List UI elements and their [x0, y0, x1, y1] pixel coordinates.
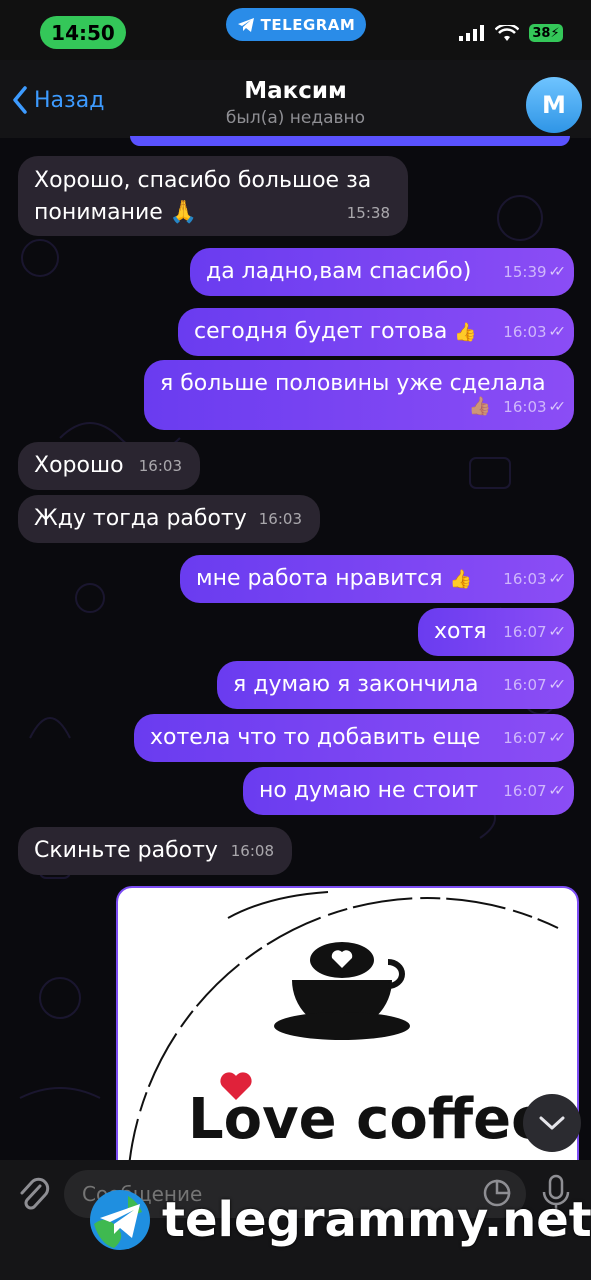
- message-bubble[interactable]: сегодня будет готова 👍 16:03 ✓✓: [178, 308, 574, 356]
- message-time: 15:38: [346, 204, 390, 222]
- message-bubble[interactable]: Скиньте работу 16:08: [18, 827, 292, 875]
- message-text: хотела что то добавить еще: [150, 725, 481, 750]
- message-text: да ладно,вам спасибо): [206, 259, 472, 284]
- message-time: 16:07 ✓✓: [503, 722, 567, 754]
- message-bubble[interactable]: Хорошо 16:03: [18, 442, 200, 490]
- thumbs-up-emoji-icon: 👍: [468, 396, 492, 417]
- read-checkmarks-icon: ✓✓: [548, 571, 567, 587]
- read-checkmarks-icon: ✓✓: [548, 783, 567, 799]
- message-time: 16:03: [258, 510, 302, 528]
- image-message[interactable]: Love coffee: [116, 886, 579, 1190]
- message-bubble[interactable]: Хорошо, спасибо большое за понимание 🙏 1…: [18, 156, 408, 236]
- telegram-badge[interactable]: TELEGRAM: [226, 8, 366, 41]
- message-time: 16:08: [230, 842, 274, 860]
- message-bubble[interactable]: мне работа нравится 👍 16:03 ✓✓: [180, 555, 574, 603]
- message-time: 👍 16:03 ✓✓: [468, 391, 567, 423]
- chat-status: был(а) недавно: [225, 108, 366, 128]
- thumbs-up-emoji-icon: 👍: [449, 569, 472, 590]
- message-text: я думаю я закончила: [233, 672, 479, 697]
- message-time: 16:07 ✓✓: [503, 775, 567, 807]
- battery-level: 38: [532, 25, 551, 41]
- message-time: 16:07 ✓✓: [503, 616, 567, 648]
- thumbs-up-emoji-icon: 👍: [454, 322, 477, 343]
- wifi-icon: [495, 24, 519, 41]
- watermark: telegrammy.net: [88, 1188, 591, 1252]
- telegram-globe-logo-icon: [90, 1190, 150, 1250]
- message-time: 16:07 ✓✓: [503, 669, 567, 701]
- chat-screen: 14:50 TELEGRAM 38 ⚡ Назад Максим был(а) н…: [0, 0, 591, 1280]
- message-line: понимание: [34, 200, 163, 225]
- message-bubble[interactable]: Жду тогда работу 16:03: [18, 495, 320, 543]
- chevron-down-icon: [539, 1116, 565, 1130]
- read-checkmarks-icon: ✓✓: [548, 264, 567, 280]
- status-bar: 14:50 TELEGRAM 38 ⚡: [0, 0, 591, 60]
- telegram-badge-label: TELEGRAM: [260, 15, 356, 34]
- message-text: Жду тогда работу: [34, 506, 247, 531]
- message-bubble[interactable]: я больше половины уже сделала 👍 16:03 ✓✓: [144, 360, 574, 430]
- status-indicators: 38 ⚡: [459, 24, 563, 42]
- scroll-down-button[interactable]: [523, 1094, 581, 1152]
- svg-text:Love coffee: Love coffee: [188, 1087, 549, 1152]
- message-line: Хорошо, спасибо большое за: [34, 168, 372, 193]
- message-text: хотя: [434, 619, 487, 644]
- message-text: Скиньте работу: [34, 838, 218, 863]
- watermark-text: telegrammy.net: [162, 1192, 591, 1248]
- pray-emoji-icon: 🙏: [169, 200, 198, 225]
- message-text: мне работа нравится 👍: [196, 563, 472, 596]
- chat-title[interactable]: Максим: [0, 78, 591, 104]
- love-coffee-logo: Love coffee: [127, 891, 559, 1179]
- message-text: Хорошо, спасибо большое за понимание 🙏: [34, 165, 371, 229]
- message-bubble[interactable]: хотя 16:07 ✓✓: [418, 608, 574, 656]
- message-time: 16:03 ✓✓: [503, 316, 567, 348]
- message-bubble[interactable]: хотела что то добавить еще 16:07 ✓✓: [134, 714, 574, 762]
- status-time: 14:50: [40, 16, 126, 49]
- telegram-icon: [237, 17, 254, 32]
- read-checkmarks-icon: ✓✓: [548, 730, 567, 746]
- read-checkmarks-icon: ✓✓: [548, 324, 567, 340]
- read-checkmarks-icon: ✓✓: [548, 624, 567, 640]
- message-bubble[interactable]: но думаю не стоит 16:07 ✓✓: [243, 767, 574, 815]
- logo-text: Love coffee: [188, 1087, 549, 1152]
- chat-header: Назад Максим был(а) недавно М: [0, 60, 591, 138]
- signal-icon: [459, 25, 484, 41]
- battery-indicator: 38 ⚡: [529, 24, 563, 42]
- message-time: 16:03: [138, 457, 182, 475]
- read-checkmarks-icon: ✓✓: [548, 399, 567, 415]
- message-time: 16:03 ✓✓: [503, 563, 567, 595]
- previous-message-tail: [130, 136, 570, 146]
- read-checkmarks-icon: ✓✓: [548, 677, 567, 693]
- attach-icon[interactable]: [16, 1174, 50, 1214]
- charging-icon: ⚡: [550, 25, 560, 41]
- message-bubble[interactable]: я думаю я закончила 16:07 ✓✓: [217, 661, 574, 709]
- message-text: но думаю не стоит: [259, 778, 479, 803]
- message-text: Хорошо: [34, 453, 124, 478]
- message-time: 15:39 ✓✓: [503, 256, 567, 288]
- message-bubble[interactable]: да ладно,вам спасибо) 15:39 ✓✓: [190, 248, 574, 296]
- message-text: сегодня будет готова 👍: [194, 316, 477, 349]
- avatar[interactable]: М: [526, 77, 582, 133]
